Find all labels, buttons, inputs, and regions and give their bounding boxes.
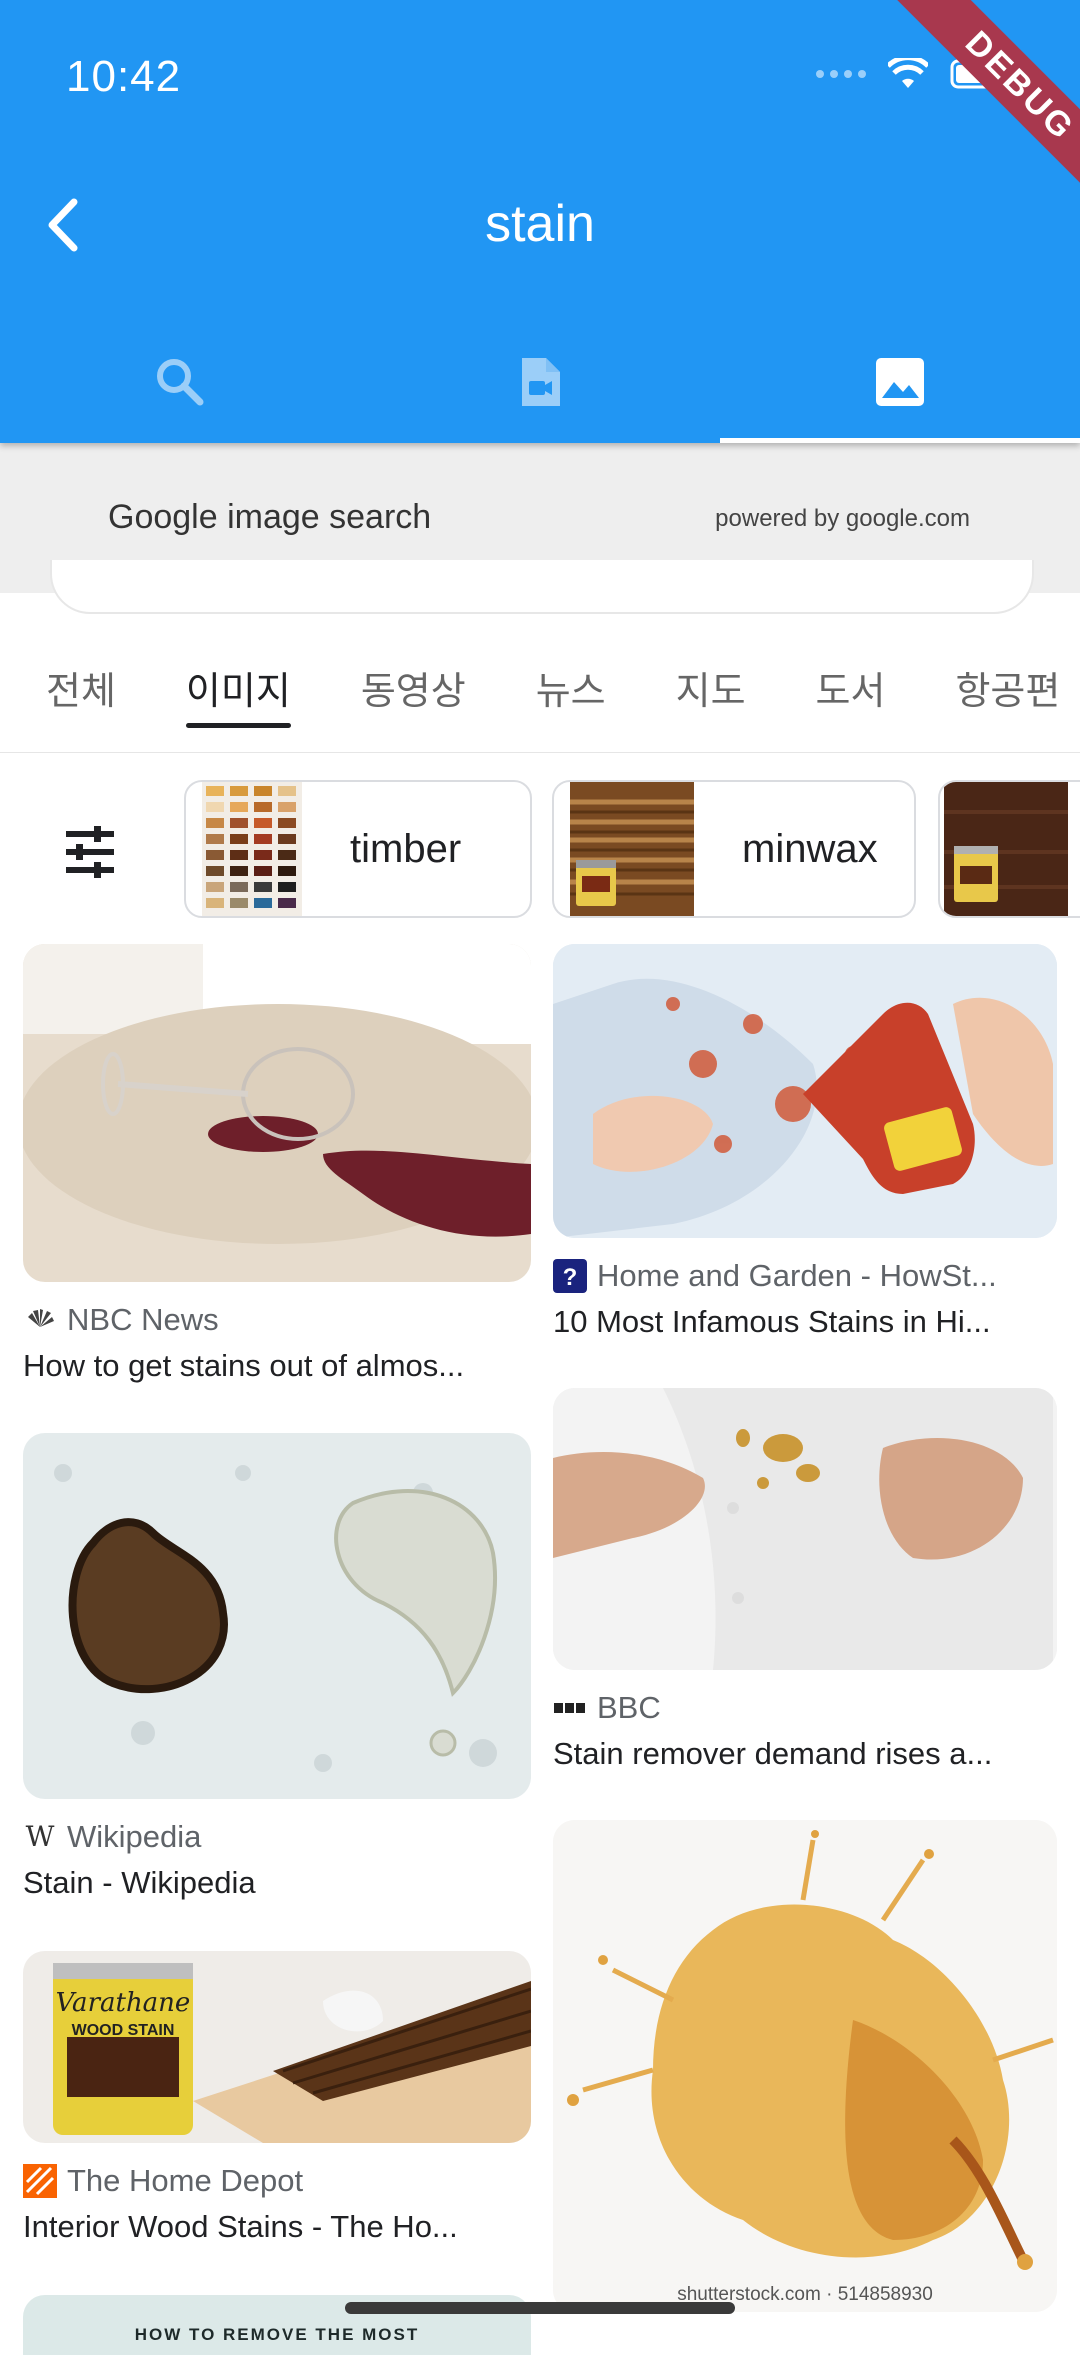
svg-text:?: ? bbox=[563, 1264, 578, 1291]
tab-search[interactable] bbox=[0, 320, 360, 443]
tune-icon bbox=[66, 826, 114, 878]
result-title: 10 Most Infamous Stains in Hi... bbox=[553, 1304, 991, 1339]
chip-minwax[interactable]: minwax bbox=[552, 780, 916, 918]
result-title: Stain remover demand rises a... bbox=[553, 1736, 993, 1771]
category-tab-images[interactable]: 이미지 bbox=[185, 640, 291, 752]
ketchup-shirt-image bbox=[553, 944, 1057, 1238]
result-title: Stain - Wikipedia bbox=[23, 1865, 256, 1900]
howstuffworks-icon: ? bbox=[553, 1259, 587, 1293]
category-tab-books[interactable]: 도서 bbox=[816, 640, 886, 752]
banner-text: HOW TO REMOVE THE MOST bbox=[134, 2325, 420, 2344]
wikipedia-icon: W bbox=[25, 1820, 55, 1853]
video-file-icon bbox=[522, 357, 560, 406]
search-icon bbox=[157, 358, 204, 405]
suggestion-chips: timber minwax bbox=[0, 780, 1080, 920]
home-indicator[interactable] bbox=[345, 2302, 735, 2314]
tab-video[interactable] bbox=[360, 320, 720, 443]
bbc-icon bbox=[554, 1703, 585, 1713]
wood-stain-can-thumbnail bbox=[944, 782, 1068, 916]
tab-image[interactable] bbox=[720, 320, 1080, 443]
result-source: ? Home and Garden - HowSt... bbox=[553, 1258, 1057, 1294]
result-card[interactable]: ? Home and Garden - HowSt... 10 Most Inf… bbox=[553, 944, 1057, 1340]
result-image[interactable]: Varathane WOOD STAIN bbox=[23, 1951, 531, 2143]
orange-splash-image bbox=[553, 1820, 1057, 2312]
stone-stain-image bbox=[23, 1433, 531, 1799]
nbc-peacock-icon bbox=[28, 1309, 54, 1327]
chip-timber[interactable]: timber bbox=[184, 780, 532, 918]
result-source: BBC bbox=[553, 1690, 1057, 1726]
signal-icon bbox=[816, 70, 866, 78]
page-title: stain bbox=[485, 195, 595, 253]
powered-by-label: powered by google.com bbox=[715, 505, 970, 532]
filter-button[interactable] bbox=[60, 822, 120, 882]
status-time: 10:42 bbox=[66, 52, 182, 101]
result-title: How to get stains out of almos... bbox=[23, 1348, 465, 1383]
result-title: Interior Wood Stains - The Ho... bbox=[23, 2209, 458, 2244]
category-tab-videos[interactable]: 동영상 bbox=[361, 640, 466, 752]
wine-spill-image bbox=[23, 944, 531, 1282]
chip-label: minwax bbox=[742, 826, 878, 871]
result-card[interactable]: W Wikipedia Stain - Wikipedia bbox=[23, 1433, 531, 1901]
result-image[interactable] bbox=[553, 944, 1057, 1238]
category-tab-news[interactable]: 뉴스 bbox=[536, 640, 606, 752]
category-tab-flights[interactable]: 항공편 bbox=[955, 640, 1060, 752]
wood-stain-can-thumbnail bbox=[570, 782, 694, 916]
result-card[interactable]: Varathane WOOD STAIN The Home Depot Inte… bbox=[23, 1951, 531, 2245]
result-source: NBC News bbox=[23, 1302, 531, 1338]
result-source: The Home Depot bbox=[23, 2163, 531, 2199]
svg-text:WOOD STAIN: WOOD STAIN bbox=[72, 2022, 175, 2039]
result-image[interactable]: shutterstock.com · 514858930 bbox=[553, 1820, 1057, 2312]
category-tab-all[interactable]: 전체 bbox=[46, 640, 116, 752]
home-depot-icon bbox=[23, 2164, 57, 2198]
tab-bar bbox=[0, 320, 1080, 443]
category-tabs: 전체 이미지 동영상 뉴스 지도 도서 항공편 bbox=[0, 640, 1080, 753]
chip-label: timber bbox=[350, 826, 462, 871]
result-source: W Wikipedia bbox=[23, 1819, 531, 1855]
result-image[interactable] bbox=[23, 944, 531, 1282]
wood-stain-image: Varathane WOOD STAIN bbox=[23, 1951, 531, 2143]
search-box-edge[interactable] bbox=[50, 560, 1034, 614]
active-tab-indicator bbox=[720, 438, 1080, 443]
google-title: Google image search bbox=[108, 498, 432, 536]
color-swatch-thumbnail bbox=[202, 782, 302, 916]
category-underline bbox=[185, 723, 291, 728]
category-tab-maps[interactable]: 지도 bbox=[676, 640, 746, 752]
svg-text:Varathane: Varathane bbox=[56, 1988, 191, 2018]
result-card[interactable]: shutterstock.com · 514858930 bbox=[553, 1820, 1057, 2312]
wifi-icon bbox=[888, 58, 928, 88]
app-bar: 10:42 DEBUG stain bbox=[0, 0, 1080, 443]
result-image[interactable] bbox=[553, 1388, 1057, 1670]
shirt-stain-image bbox=[553, 1388, 1057, 1670]
result-card[interactable]: NBC News How to get stains out of almos.… bbox=[23, 944, 531, 1384]
result-card[interactable]: BBC Stain remover demand rises a... bbox=[553, 1388, 1057, 1772]
chip-partial[interactable] bbox=[938, 780, 1080, 918]
image-icon bbox=[876, 357, 924, 406]
result-image[interactable] bbox=[23, 1433, 531, 1799]
